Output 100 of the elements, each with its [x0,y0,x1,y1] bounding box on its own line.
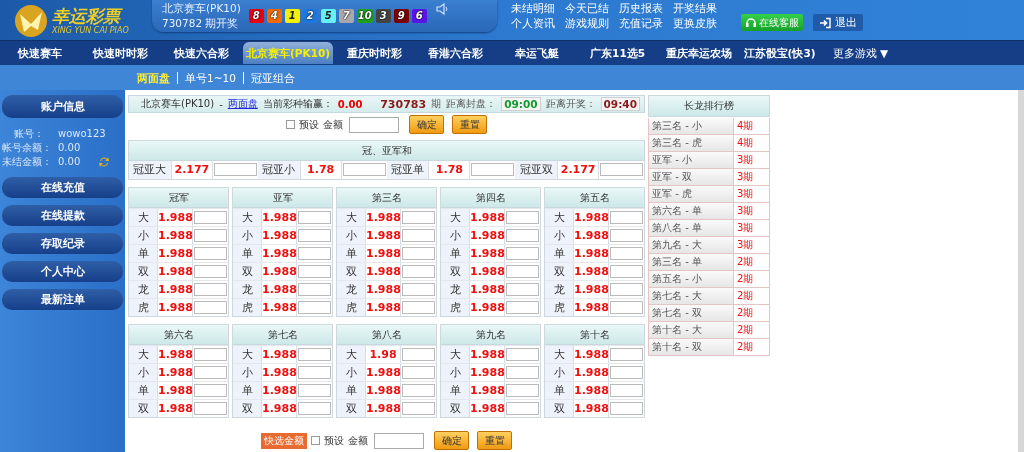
bet-input[interactable] [610,401,643,415]
bet-input[interactable] [402,365,435,379]
reset-button[interactable]: 重置 [452,115,487,134]
bet-input[interactable] [506,228,539,242]
logout-button[interactable]: 退出 [813,14,863,31]
bet-input[interactable] [298,282,331,296]
bet-input[interactable] [402,210,435,224]
bet-input[interactable] [610,365,643,379]
bet-input[interactable] [194,365,227,379]
sidebar-button[interactable]: 在线充值 [2,177,123,198]
header-link[interactable]: 开奖结果 [673,2,727,15]
bet-input[interactable] [610,246,643,260]
bet-input[interactable] [610,383,643,397]
header-link[interactable]: 历史报表 [619,2,673,15]
nav-tab[interactable]: 快速六合彩 [162,42,241,64]
bet-input[interactable] [194,246,227,260]
table-cell: 小 [337,363,366,381]
table-cell: 虎 [441,298,470,316]
preset-checkbox[interactable] [286,120,295,129]
header-link[interactable]: 充值记录 [619,17,673,30]
bet-input[interactable] [610,347,643,361]
bet-input[interactable] [194,228,227,242]
bet-input[interactable] [298,383,331,397]
nav-tab[interactable]: 快速赛车 [0,42,79,64]
bet-input[interactable] [402,282,435,296]
confirm-button[interactable]: 确定 [409,115,444,134]
nav-tab[interactable]: 重庆时时彩 [335,42,415,64]
bet-input[interactable] [610,282,643,296]
sidebar-button[interactable]: 在线提款 [2,205,123,226]
bet-input[interactable] [600,163,643,177]
bet-input[interactable] [342,163,386,177]
bet-input[interactable] [506,246,539,260]
odds-cell: 1.988 [574,399,609,417]
sidebar-button[interactable]: 最新注单 [2,289,123,310]
bet-input[interactable] [298,300,331,314]
bet-input[interactable] [402,401,435,415]
bet-input[interactable] [402,383,435,397]
nav-tab[interactable]: 重庆幸运农场 [659,42,739,64]
nav-tab[interactable]: 广东11选5 [578,42,658,64]
bet-input[interactable] [194,383,227,397]
bet-input[interactable] [402,228,435,242]
bet-input[interactable] [194,264,227,278]
bet-input[interactable] [610,228,643,242]
draw-issue: 730782 期开奖 [162,16,240,31]
nav-tab[interactable]: 幸运飞艇 [497,42,577,64]
sidebar-button[interactable]: 存取纪录 [2,233,123,254]
bet-input[interactable] [213,163,257,177]
bet-input[interactable] [298,365,331,379]
nav-tab[interactable]: 香港六合彩 [416,42,496,64]
subnav-link[interactable]: 冠亚组合 [242,71,302,84]
bet-input[interactable] [402,264,435,278]
subnav-link[interactable]: 单号1~10 [177,71,243,84]
amount-label: 金额 [323,117,343,132]
header-link[interactable]: 未结明细 [511,2,565,15]
bet-input[interactable] [194,282,227,296]
bet-input[interactable] [402,347,435,361]
bet-input[interactable] [610,264,643,278]
bet-input[interactable] [298,347,331,361]
bet-input[interactable] [610,210,643,224]
table-cell: 大 [129,208,158,226]
reset-button[interactable]: 重置 [477,431,512,451]
header-link[interactable]: 更换皮肤 [673,17,727,30]
bet-input[interactable] [298,264,331,278]
bet-input[interactable] [506,365,539,379]
bet-input[interactable] [610,300,643,314]
bet-input[interactable] [506,383,539,397]
confirm-button[interactable]: 确定 [434,431,469,451]
bet-input[interactable] [194,401,227,415]
header-link[interactable]: 今天已结 [565,2,619,15]
table-cell: 双 [129,262,158,280]
bet-input[interactable] [298,401,331,415]
bet-input[interactable] [506,347,539,361]
nav-tab[interactable]: 快速时时彩 [81,42,160,64]
amount-field[interactable] [374,432,424,449]
sidebar-button[interactable]: 个人中心 [2,261,123,282]
header-link[interactable]: 个人资讯 [511,17,565,30]
bet-input[interactable] [506,300,539,314]
nav-tab[interactable]: 江苏骰宝(快3) [740,42,820,64]
bet-input[interactable] [506,210,539,224]
bet-input[interactable] [298,246,331,260]
amount-field[interactable] [349,116,399,133]
mode-link[interactable]: 两面盘 [227,97,258,112]
odds-cell: 1.988 [262,208,297,226]
more-games-menu[interactable]: 更多游戏 ▼ [821,42,901,64]
bet-input[interactable] [194,347,227,361]
table-cell: 大 [337,208,366,226]
bet-input[interactable] [506,264,539,278]
bet-input[interactable] [298,228,331,242]
bet-input[interactable] [194,210,227,224]
bet-input[interactable] [471,163,515,177]
preset-checkbox[interactable] [311,436,320,446]
game-name: 北京赛车(PK10) [141,97,215,112]
bet-input[interactable] [402,246,435,260]
bet-input[interactable] [194,300,227,314]
bet-input[interactable] [402,300,435,314]
scrollbar[interactable] [1018,90,1024,452]
bet-input[interactable] [506,401,539,415]
bet-input[interactable] [506,282,539,296]
bet-input[interactable] [298,210,331,224]
header-link[interactable]: 游戏规则 [565,17,619,30]
